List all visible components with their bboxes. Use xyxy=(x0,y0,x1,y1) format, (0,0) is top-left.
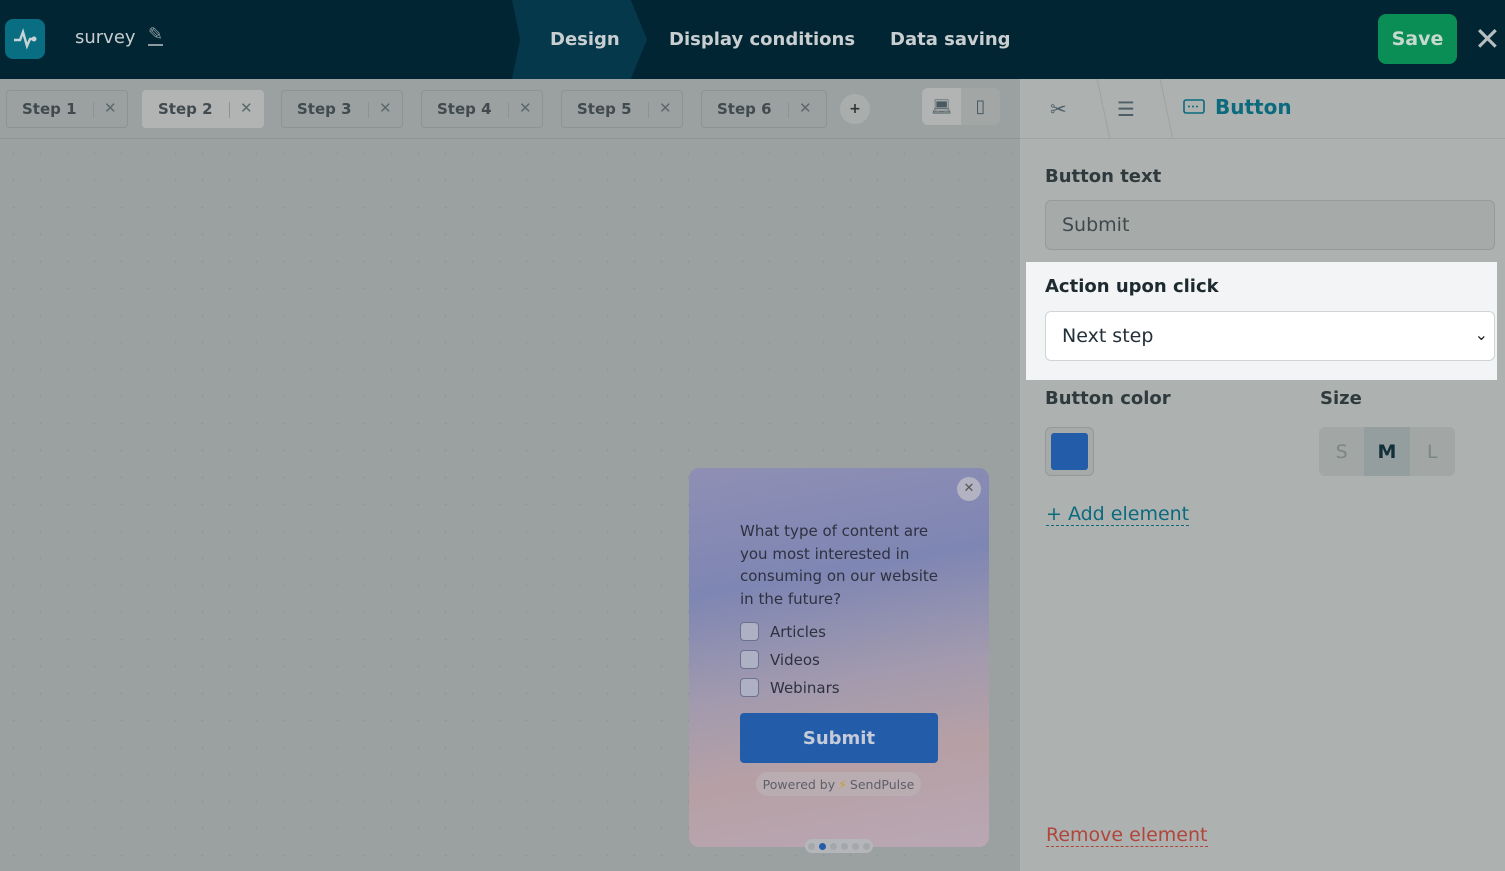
button-icon xyxy=(1183,99,1205,114)
checkbox[interactable] xyxy=(740,622,759,641)
size-selector: S M L xyxy=(1319,427,1455,476)
color-picker[interactable] xyxy=(1045,427,1094,476)
action-section: Action upon click Next step ⌄ xyxy=(1026,262,1497,380)
powered-by-badge[interactable]: Powered by ⚡ SendPulse xyxy=(756,772,921,796)
design-icon[interactable]: ✂︎ xyxy=(1050,97,1067,121)
size-l[interactable]: L xyxy=(1410,427,1455,476)
breadcrumb-separator xyxy=(1083,79,1111,139)
step-label: Step 5 xyxy=(577,100,632,118)
close-icon[interactable]: ✕ xyxy=(1474,20,1501,58)
design-canvas: ✕ What type of content are you most inte… xyxy=(0,140,1020,871)
remove-element-link[interactable]: Remove element xyxy=(1046,824,1208,847)
close-icon[interactable]: ✕ xyxy=(104,99,117,117)
breadcrumb-label: Button xyxy=(1215,95,1292,119)
page-dot[interactable] xyxy=(808,842,815,850)
edit-title-icon[interactable]: ✎ xyxy=(148,26,164,46)
option-videos[interactable]: Videos xyxy=(740,650,820,669)
option-label: Webinars xyxy=(770,678,840,697)
question-text: What type of content are you most intere… xyxy=(740,522,939,608)
option-label: Videos xyxy=(770,650,820,669)
submit-button[interactable]: Submit xyxy=(740,713,938,763)
page-dot[interactable] xyxy=(819,842,826,850)
brand-text: SendPulse xyxy=(849,776,915,792)
desktop-icon[interactable]: 💻︎ xyxy=(922,88,961,125)
step-label: Step 3 xyxy=(297,100,352,118)
page-indicator xyxy=(805,839,873,853)
option-label: Articles xyxy=(770,622,826,641)
form-icon[interactable]: ☰ xyxy=(1117,97,1135,121)
add-element-link[interactable]: + Add element xyxy=(1046,503,1190,526)
checkbox[interactable] xyxy=(740,678,759,697)
close-icon[interactable]: ✕ xyxy=(659,99,672,117)
properties-panel: ✂︎ ☰ Button Button text Submit Action up… xyxy=(1020,79,1505,871)
option-articles[interactable]: Articles xyxy=(740,622,826,641)
add-step-button[interactable]: + xyxy=(840,94,870,124)
size-m[interactable]: M xyxy=(1364,427,1410,476)
action-select[interactable]: Next step ⌄ xyxy=(1045,311,1495,361)
option-webinars[interactable]: Webinars xyxy=(740,678,840,697)
step-tab[interactable]: Step 3 ✕ xyxy=(281,90,403,128)
step-tab[interactable]: Step 4 ✕ xyxy=(421,90,543,128)
color-swatch xyxy=(1051,433,1088,470)
page-dot[interactable] xyxy=(841,842,848,850)
checkbox[interactable] xyxy=(740,650,759,669)
save-button[interactable]: Save xyxy=(1378,14,1457,64)
close-icon[interactable]: ✕ xyxy=(240,99,253,117)
step-tab[interactable]: Step 6 ✕ xyxy=(701,90,827,128)
lightning-icon: ⚡ xyxy=(838,776,847,792)
close-icon[interactable]: ✕ xyxy=(799,99,812,117)
size-label: Size xyxy=(1320,388,1362,409)
tab-design[interactable]: Design xyxy=(550,0,620,79)
breadcrumb: ✂︎ ☰ Button xyxy=(1020,79,1505,139)
top-bar: survey ✎ Design Display conditions Data … xyxy=(0,0,1505,79)
step-tab[interactable]: Step 2 ✕ xyxy=(142,90,264,128)
step-label: Step 2 xyxy=(158,100,213,118)
device-toggle: 💻︎ ▯ xyxy=(922,88,1000,125)
breadcrumb-current: Button xyxy=(1183,95,1292,119)
action-value: Next step xyxy=(1062,325,1154,347)
tab-data-saving[interactable]: Data saving xyxy=(890,0,1011,79)
close-icon[interactable]: ✕ xyxy=(519,99,532,117)
step-label: Step 6 xyxy=(717,100,772,118)
page-dot[interactable] xyxy=(830,842,837,850)
close-icon[interactable]: ✕ xyxy=(957,477,981,501)
steps-bar: Step 1 ✕ Step 2 ✕ Step 3 ✕ Step 4 ✕ Step 5 ✕ … xyxy=(0,79,1020,139)
step-tab[interactable]: Step 5 ✕ xyxy=(561,90,683,128)
button-color-label: Button color xyxy=(1045,388,1171,409)
button-text-input[interactable]: Submit xyxy=(1045,200,1495,250)
close-icon[interactable]: ✕ xyxy=(379,99,392,117)
app-logo[interactable] xyxy=(5,19,45,59)
step-tab[interactable]: Step 1 ✕ xyxy=(6,90,128,128)
page-dot[interactable] xyxy=(863,842,870,850)
chevron-down-icon: ⌄ xyxy=(1474,325,1488,344)
survey-popup: ✕ What type of content are you most inte… xyxy=(689,468,989,853)
page-dot[interactable] xyxy=(852,842,859,850)
step-label: Step 1 xyxy=(22,100,77,118)
step-label: Step 4 xyxy=(437,100,492,118)
survey-title: survey xyxy=(75,27,136,48)
size-s[interactable]: S xyxy=(1319,427,1364,476)
breadcrumb-separator xyxy=(1146,79,1174,139)
action-label: Action upon click xyxy=(1045,276,1219,297)
tab-display-conditions[interactable]: Display conditions xyxy=(669,0,855,79)
powered-by-text: Powered by xyxy=(762,776,836,792)
mobile-icon[interactable]: ▯ xyxy=(961,88,1000,125)
button-text-label: Button text xyxy=(1045,166,1162,187)
